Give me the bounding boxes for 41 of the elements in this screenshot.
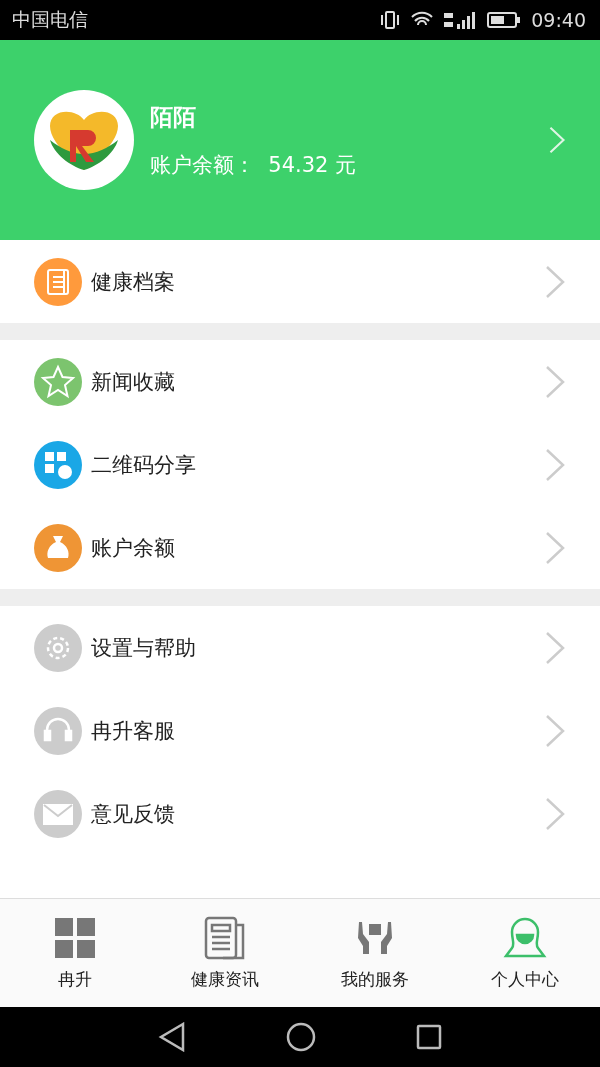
- tab-item[interactable]: 个人中心: [450, 899, 600, 1007]
- tab-label: 我的服务: [341, 967, 409, 991]
- balance-text: 账户余额： 54.32 元: [150, 151, 358, 179]
- back-icon[interactable]: [158, 1022, 186, 1052]
- menu-label: 二维码分享: [91, 451, 197, 479]
- menu-item[interactable]: 设置与帮助: [0, 606, 600, 689]
- chevron-right-icon: [544, 446, 566, 483]
- menu-label: 健康档案: [91, 268, 176, 296]
- carrier-name: 中国电信: [12, 7, 88, 32]
- menu-label: 新闻收藏: [91, 368, 176, 396]
- menu-item[interactable]: 健康档案: [0, 240, 600, 323]
- menu-item[interactable]: 新闻收藏: [0, 340, 600, 423]
- menu-item[interactable]: 意见反馈: [0, 772, 600, 855]
- vibrate-icon: [379, 10, 402, 30]
- chevron-right-icon: [544, 263, 566, 300]
- menu-label: 冉升客服: [91, 717, 176, 745]
- tab-label: 个人中心: [491, 967, 559, 991]
- tab-item[interactable]: 我的服务: [300, 899, 450, 1007]
- recents-icon[interactable]: [416, 1024, 442, 1050]
- menu-label: 账户余额: [91, 534, 176, 562]
- tab-item[interactable]: 冉升: [0, 899, 150, 1007]
- chevron-right-icon: [544, 712, 566, 749]
- tab-label: 冉升: [58, 967, 92, 991]
- tab-label: 健康资讯: [191, 967, 259, 991]
- avatar-logo-icon: [34, 90, 134, 190]
- menu-item[interactable]: 账户余额: [0, 506, 600, 589]
- signal-icon: [443, 10, 478, 30]
- home-icon[interactable]: [286, 1022, 316, 1052]
- menu-label: 设置与帮助: [91, 634, 197, 662]
- chevron-right-icon: [544, 363, 566, 400]
- clock-time: 09:40: [531, 9, 586, 31]
- user-name: 陌陌: [150, 102, 197, 132]
- menu-label: 意见反馈: [91, 800, 176, 828]
- tab-item[interactable]: 健康资讯: [150, 899, 300, 1007]
- chevron-right-icon: [544, 529, 566, 566]
- menu-item[interactable]: 冉升客服: [0, 689, 600, 772]
- chevron-right-icon: [548, 125, 566, 155]
- chevron-right-icon: [544, 795, 566, 832]
- battery-icon: [487, 11, 522, 29]
- menu-item[interactable]: 二维码分享: [0, 423, 600, 506]
- chevron-right-icon: [544, 629, 566, 666]
